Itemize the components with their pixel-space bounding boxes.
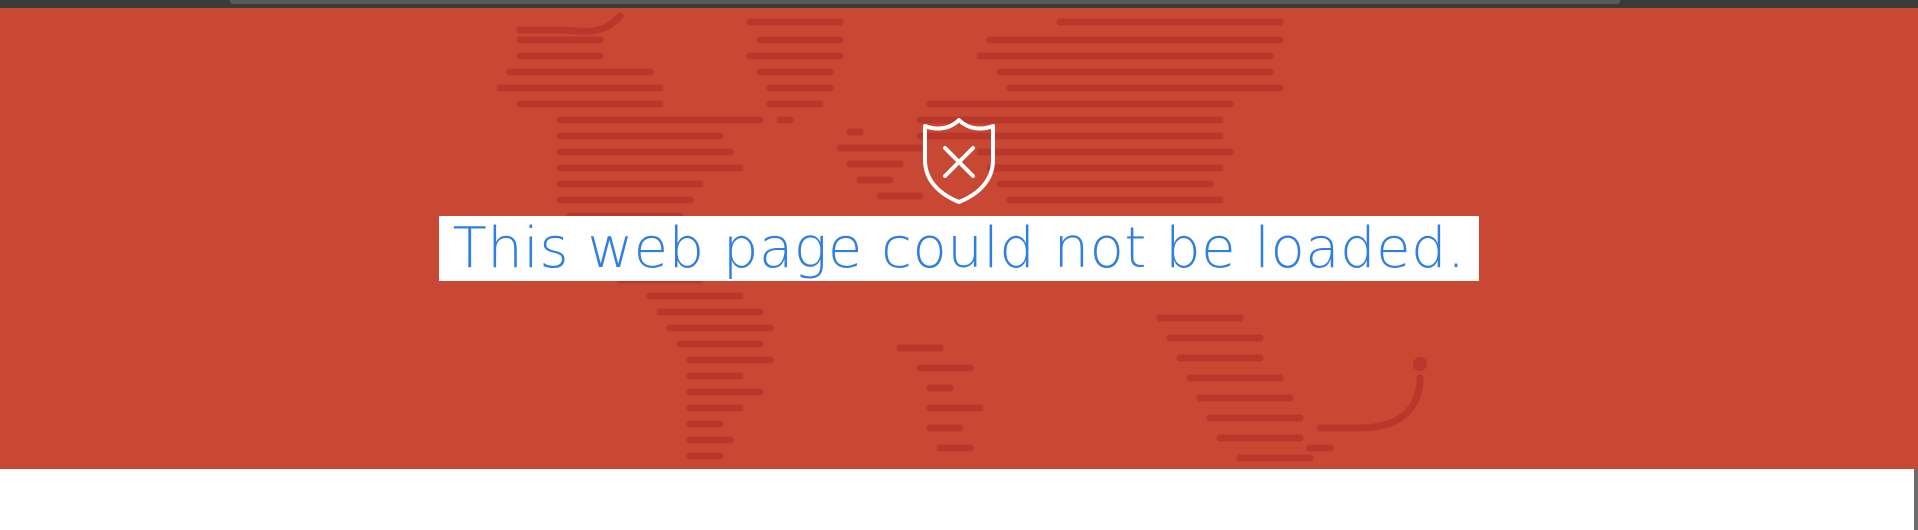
shield-x-icon: [919, 116, 999, 206]
error-headline: This web page could not be loaded.: [0, 213, 1918, 284]
top-scroll-track[interactable]: [230, 0, 1620, 4]
page-content-area: [0, 469, 1914, 530]
error-headline-text: This web page could not be loaded.: [438, 216, 1480, 281]
error-hero-banner: This web page could not be loaded.: [0, 8, 1918, 469]
vertical-scrollbar[interactable]: [1914, 469, 1918, 530]
browser-top-bar: [0, 0, 1918, 8]
